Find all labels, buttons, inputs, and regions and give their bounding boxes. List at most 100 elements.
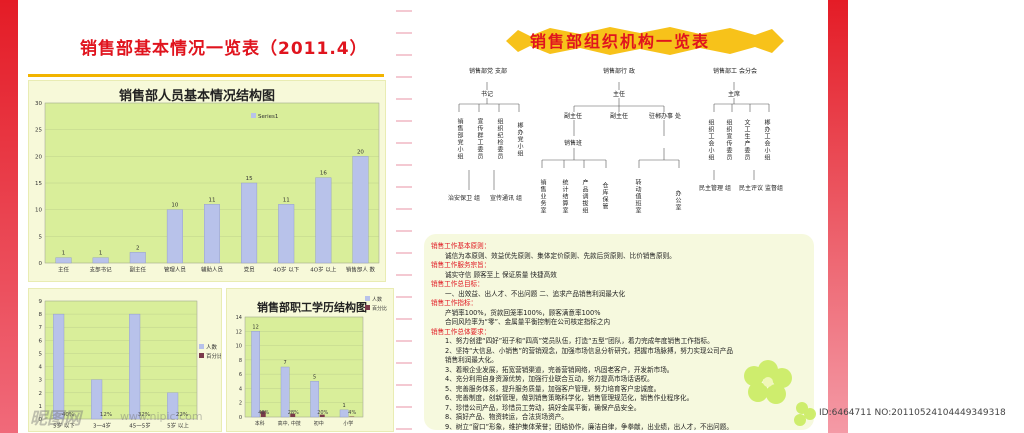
principle-line: 合同风险率为“零”、金属量平衡控制在公司核定指标之内 (445, 318, 611, 326)
x-tick-label: 管理人员 (164, 266, 187, 274)
org-union-branch: 销售部工 会分会 (713, 68, 757, 75)
bar-percent-label: 12% (100, 412, 112, 418)
org-discipline-member: 组织纪检委员 (496, 118, 503, 160)
principle-line: 4、充分利用自身资源优势，加强行业联合互动，努力提高市场话语权。 (445, 375, 654, 383)
title-underline (28, 74, 384, 77)
legend-swatch (365, 305, 370, 310)
bar-value-label: 1 (62, 251, 66, 257)
right-red-border (828, 0, 848, 433)
y-tick-label: 2 (39, 391, 43, 397)
bar-percent-label: 4% (348, 410, 356, 416)
bar-value-label: 2 (136, 245, 140, 251)
legend-label: 百分比 (206, 352, 221, 360)
principle-line: 诚信为本原则、效益优先原则、集体定价原则、先款后货原则、比价销售原则。 (445, 251, 676, 260)
legend-label: 人数 (206, 343, 218, 351)
org-office: 办公室 (674, 189, 681, 211)
principle-line: 7、珍惜公司产品，珍惜员工劳动，搞好金属平衡，确保产品安全。 (445, 403, 641, 412)
y-tick-label: 4 (239, 386, 242, 392)
bar-value-label: 20 (357, 149, 364, 155)
left-red-border (0, 0, 18, 433)
bar (55, 257, 72, 264)
x-tick-label: 3一4岁 (93, 422, 111, 430)
org-sales-business-room: 销售业务室 (539, 178, 546, 214)
principle-heading: 销售工作服务宗旨： (431, 261, 491, 269)
bar (166, 209, 183, 264)
bar-value-label: 1 (343, 403, 346, 409)
org-union-group: 组织工会小组 (707, 119, 714, 161)
legend-label: 百分比 (372, 305, 387, 312)
bar-value-label: 5 (313, 374, 316, 380)
y-tick-label: 8 (39, 312, 43, 318)
org-chairman: 主席 (727, 91, 740, 98)
y-tick-label: 5 (39, 351, 43, 357)
x-tick-label: 4O岁 以下 (273, 266, 300, 274)
principle-line: 8、搞好产品、物资转运，合法货场资产。 (445, 413, 568, 421)
principle-line: 6、完善制度，创新管理，做到销售策略科学化，销售管理规范化，销售作业程序化。 (445, 394, 694, 402)
chart-staff-structure: 销售部人员基本情况结构图 0 5 10 15 20 25 30 1 主任 1 支部书记 2 副主任 10 管… (28, 80, 386, 282)
org-sales-team: 销售班 (563, 140, 582, 147)
org-duty-room: 转动值班室 (634, 178, 641, 214)
org-deputy-1: 副主任 (563, 113, 582, 120)
bar (129, 313, 141, 420)
legend-swatch (199, 353, 204, 358)
org-chenzhou-party-group: 郴办党小组 (516, 121, 523, 157)
bar-value-label: 15 (246, 176, 253, 182)
y-tick-label: 8 (239, 358, 242, 364)
principle-line: 销售利润最大化。 (445, 356, 498, 364)
bar-value-label: 10 (171, 203, 178, 209)
legend-label: 人数 (372, 296, 382, 303)
y-tick-label: 0 (239, 415, 242, 421)
x-tick-label: 4O岁 以上 (310, 266, 337, 274)
bar (315, 177, 332, 264)
y-tick-label: 6 (39, 338, 43, 344)
legend-swatch (365, 296, 370, 301)
bar-value-label: 11 (283, 197, 290, 203)
watermark-logo: 昵图网 (30, 409, 81, 429)
y-tick-label: 10 (236, 344, 242, 350)
org-warehouse: 仓库保管 (601, 182, 608, 210)
org-union-publicity: 组织宣传委员 (725, 119, 732, 161)
watermark-url: www.nipic.com (120, 410, 203, 423)
bar (339, 409, 349, 418)
chart-education-structure: 销售部职工学历结构图 0 2 4 6 8 10 12 14 12 48% 本科 7 28% 高中, 中技 5… (226, 288, 394, 432)
y-tick-label: 3 (39, 378, 43, 384)
org-director: 主任 (612, 91, 625, 98)
org-deputy-2: 副主任 (609, 113, 628, 120)
bar (129, 252, 146, 264)
y-tick-label: 4 (39, 365, 43, 371)
principle-line: 产销率100%，货款回笼率100%，顾客满意率100% (445, 308, 601, 317)
y-tick-label: 2 (239, 401, 242, 407)
principle-line: 9、树立“窗口”形象，维护集体荣誉；团结协作，廉洁自律，争拳献，出业绩，出人才，… (445, 422, 733, 431)
x-tick-label: 高中, 中技 (278, 420, 301, 427)
principle-line: 3、着眼企业发展，拓宽营销渠道，完善营销网络，巩固老客户，开发新市场。 (445, 365, 674, 374)
bar-value-label: 7 (284, 360, 287, 366)
y-tick-label: 9 (39, 299, 43, 305)
x-tick-label: 小学 (343, 420, 353, 427)
org-sales-admin: 销售部行 政 (603, 68, 635, 75)
bar (352, 156, 369, 264)
x-tick-label: 销售部人 数 (346, 266, 376, 274)
principle-heading: 销售工作总目标： (431, 280, 484, 288)
principle-heading: 销售工作基本原则： (431, 242, 491, 250)
bar-value-label: 12 (252, 324, 258, 330)
legend-swatch (251, 113, 256, 118)
y-tick-label: 14 (236, 315, 242, 321)
y-tick-label: 6 (239, 372, 242, 378)
org-democratic-supervision: 民主评议 监督组 (739, 185, 783, 192)
x-tick-label: 党员 (244, 266, 256, 274)
principle-line: 2、坚持“大信息、小销售”的营销观念，加强市场信息分析研究，把握市场脉搏，努力实… (445, 346, 733, 355)
org-union-production: 文工生产委员 (743, 119, 750, 161)
org-security-group: 治安保卫 组 (448, 195, 480, 202)
principle-heading: 销售工作总体要求： (431, 327, 491, 336)
bar (204, 204, 220, 264)
x-tick-label: 辅助人员 (201, 266, 224, 274)
y-tick-label: 0 (39, 261, 43, 267)
y-tick-label: 30 (35, 101, 42, 107)
y-tick-label: 7 (39, 325, 43, 331)
x-tick-label: 副主任 (130, 266, 147, 274)
principle-line: 1、努力创建“四好”班子和“四高”党员队伍，打造“五型”团队，着力完成年度销售工… (445, 337, 714, 345)
org-democratic-management: 民主管理 组 (699, 185, 731, 192)
bar (241, 182, 258, 264)
bar (251, 331, 260, 418)
bar (92, 257, 109, 264)
